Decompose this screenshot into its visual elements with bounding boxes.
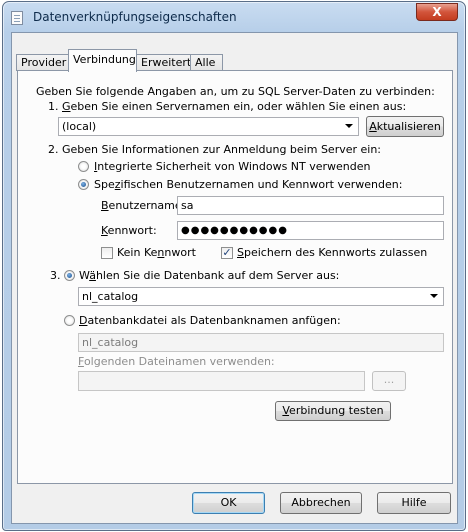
radio-specific-label: Spezifischen Benutzernamen und Kennwort … [94,178,403,191]
browse-button[interactable]: ... [372,371,406,391]
tab-erweitert[interactable]: Erweitert [136,54,191,71]
server-combobox[interactable]: (local) [58,117,359,136]
chevron-down-icon[interactable] [430,294,438,298]
filename-input[interactable] [78,371,365,391]
cancel-button[interactable]: Abbrechen [280,492,362,514]
no-password-checkbox[interactable] [101,247,113,259]
radio-attach-file-label: Datenbankdatei als Datenbanknamen anfüge… [79,314,341,327]
username-label: Benutzername: [101,199,186,212]
database-combobox[interactable]: nl_catalog [78,287,444,306]
tab-provider[interactable]: Provider [16,54,69,71]
intro-text: Geben Sie folgende Angaben an, um zu SQL… [36,85,435,98]
ok-button[interactable]: OK [192,492,265,514]
password-label: Kennwort: [101,224,157,237]
save-password-checkbox[interactable]: ✓ [221,247,233,259]
radio-select-database-label: Wählen Sie die Datenbank auf dem Server … [79,269,340,282]
radio-integrated-security[interactable] [78,161,89,172]
step1-label: 1. Geben Sie einen Servernamen ein, oder… [48,100,407,113]
help-button[interactable]: Hilfe [377,492,451,514]
save-password-label: Speichern des Kennworts zulassen [237,246,428,259]
database-value: nl_catalog [82,290,139,303]
tab-alle[interactable]: Alle [190,54,223,71]
server-value: (local) [62,120,97,133]
title-bar[interactable]: Datenverknüpfungseigenschaften X [3,2,465,32]
step3-number: 3. [50,269,61,282]
document-icon [11,11,23,25]
dialog-window: Datenverknüpfungseigenschaften X Provide… [2,1,466,531]
radio-attach-file[interactable] [64,315,75,326]
no-password-label: Kein Kennwort [117,246,196,259]
file-database-input[interactable]: nl_catalog [78,333,444,352]
close-button[interactable]: X [416,3,458,21]
radio-integrated-label: Integrierte Sicherheit von Windows NT ve… [94,160,371,173]
radio-specific-user[interactable] [78,179,89,190]
password-input[interactable]: ●●●●●●●●●●● [177,221,444,240]
test-connection-button[interactable]: Verbindung testen [275,401,391,421]
username-input[interactable]: sa [177,196,444,215]
refresh-button[interactable]: Aktualisieren [366,116,444,137]
tab-panel-verbindung: Geben Sie folgende Angaben an, um zu SQL… [17,70,453,484]
step2-label: 2. Geben Sie Informationen zur Anmeldung… [48,143,382,156]
tab-strip: Provider Verbindung Erweitert Alle [12,49,457,72]
window-title: Datenverknüpfungseigenschaften [33,10,237,24]
radio-select-database[interactable] [64,270,75,281]
filename-label: Folgenden Dateinamen verwenden: [78,355,275,368]
chevron-down-icon[interactable] [345,124,353,128]
tab-verbindung[interactable]: Verbindung [68,49,137,72]
dialog-client: Provider Verbindung Erweitert Alle Geben… [11,32,458,524]
